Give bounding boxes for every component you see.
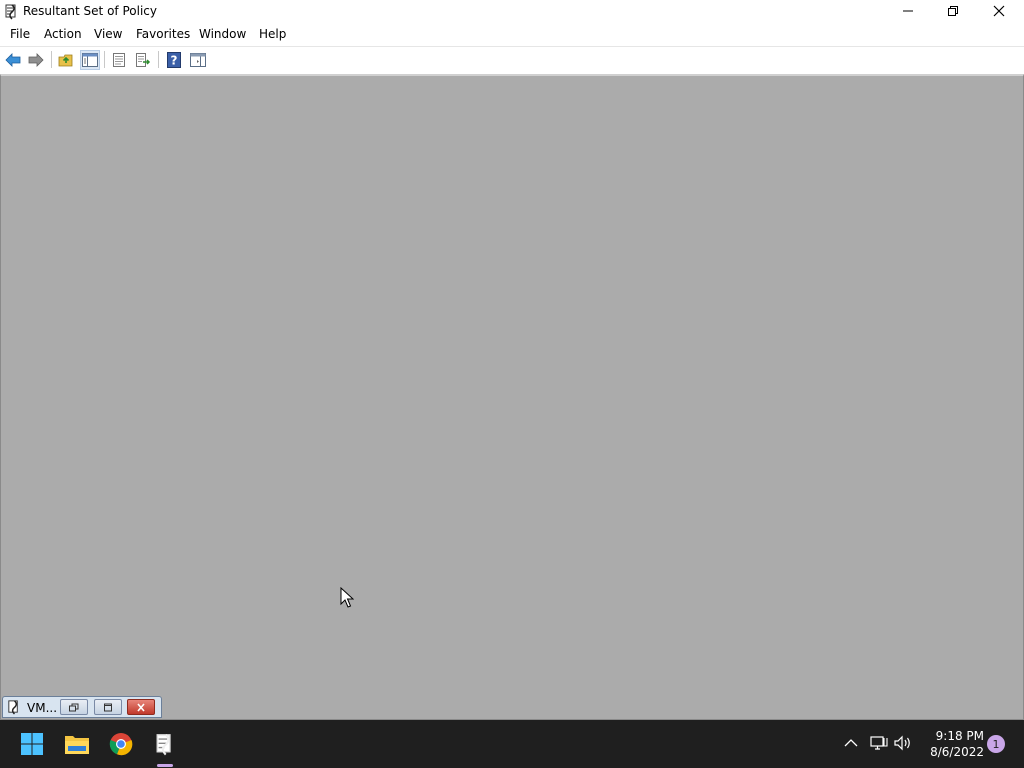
toolbar: ? <box>0 46 1024 72</box>
clock-date: 8/6/2022 <box>930 745 984 759</box>
mouse-cursor-icon <box>340 587 354 608</box>
clock[interactable]: 9:18 PM 8/6/2022 <box>918 728 984 760</box>
export-list-icon <box>136 53 151 67</box>
action-pane-icon <box>190 53 206 67</box>
menu-view[interactable]: View <box>94 27 122 41</box>
toolbar-separator <box>104 51 105 68</box>
window-title: Resultant Set of Policy <box>23 4 157 18</box>
chrome-button[interactable] <box>101 724 141 764</box>
menu-action[interactable]: Action <box>44 27 82 41</box>
close-icon <box>993 5 1005 17</box>
menu-help[interactable]: Help <box>259 27 286 41</box>
menu-window[interactable]: Window <box>199 27 246 41</box>
notification-badge[interactable]: 1 <box>987 735 1005 753</box>
svg-text:?: ? <box>171 54 178 68</box>
forward-icon <box>28 53 44 67</box>
restore-icon <box>948 6 958 16</box>
rsop-window: Resultant Set of Policy File Action View… <box>0 0 1024 720</box>
show-hidden-icons-button[interactable] <box>840 732 862 754</box>
maximize-icon <box>104 703 112 711</box>
volume-button[interactable] <box>892 732 914 754</box>
back-button[interactable] <box>3 50 23 70</box>
network-icon <box>870 736 888 750</box>
child-maximize-button[interactable] <box>94 699 122 715</box>
toolbar-separator <box>158 51 159 68</box>
rsop-icon <box>6 699 22 715</box>
properties-icon <box>113 53 125 67</box>
volume-icon <box>894 735 910 751</box>
close-icon <box>137 702 145 712</box>
show-hide-action-pane-button[interactable] <box>188 50 208 70</box>
start-button[interactable] <box>12 724 52 764</box>
back-icon <box>5 53 21 67</box>
minimized-child-title: VM... <box>27 701 58 715</box>
child-close-button[interactable] <box>127 699 155 715</box>
menu-favorites[interactable]: Favorites <box>136 27 190 41</box>
close-button[interactable] <box>976 0 1022 22</box>
taskbar: 9:18 PM 8/6/2022 <box>0 720 1024 768</box>
file-explorer-button[interactable] <box>57 724 97 764</box>
toolbar-separator <box>51 51 52 68</box>
properties-button[interactable] <box>109 50 129 70</box>
restore-button[interactable] <box>930 0 976 22</box>
restore-icon <box>69 703 79 711</box>
minimize-button[interactable] <box>885 0 931 22</box>
network-button[interactable] <box>868 732 890 754</box>
forward-button[interactable] <box>26 50 46 70</box>
mdi-client-area[interactable] <box>0 74 1024 720</box>
minimized-child-window[interactable]: VM... <box>2 696 162 718</box>
active-app-indicator <box>157 764 173 767</box>
child-restore-button[interactable] <box>60 699 88 715</box>
start-icon <box>21 733 43 755</box>
chrome-icon <box>109 733 133 756</box>
rsop-icon <box>156 733 171 756</box>
minimize-icon <box>903 10 913 12</box>
show-hide-console-tree-button[interactable] <box>80 50 100 70</box>
rsop-app-icon[interactable] <box>3 3 20 20</box>
clock-time: 9:18 PM <box>935 729 984 743</box>
file-explorer-icon <box>65 736 89 754</box>
chevron-up-icon <box>844 739 858 747</box>
title-bar[interactable]: Resultant Set of Policy <box>0 0 1024 23</box>
menu-bar: File Action View Favorites Window Help <box>0 24 1024 44</box>
help-icon: ? <box>167 52 181 68</box>
help-button[interactable]: ? <box>164 50 184 70</box>
menu-file[interactable]: File <box>10 27 30 41</box>
up-folder-icon <box>58 54 73 67</box>
export-list-button[interactable] <box>133 50 153 70</box>
show-hide-console-tree-icon <box>82 53 98 67</box>
rsop-taskbar-button[interactable] <box>145 724 185 764</box>
up-one-level-button[interactable] <box>56 50 76 70</box>
